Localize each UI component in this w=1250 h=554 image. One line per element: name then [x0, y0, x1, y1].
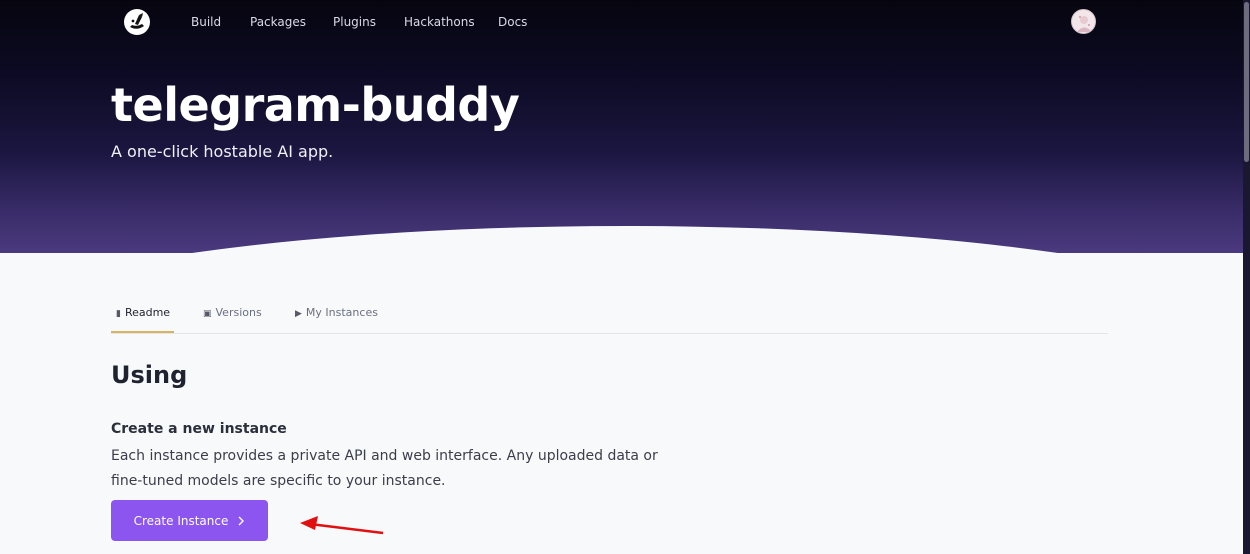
- tab-versions-label: Versions: [215, 306, 262, 319]
- tab-my-instances-label: My Instances: [305, 306, 378, 319]
- section-heading: Using: [111, 361, 188, 389]
- create-instance-label: Create Instance: [133, 513, 229, 528]
- chevron-right-icon: [238, 516, 245, 525]
- nav-hackathons[interactable]: Hackathons: [404, 15, 475, 29]
- page-title: telegram-buddy: [111, 78, 520, 132]
- subsection-heading: Create a new instance: [111, 421, 287, 437]
- instance-description: Each instance provides a private API and…: [111, 448, 658, 489]
- page-subtitle: A one-click hostable AI app.: [111, 142, 334, 161]
- hero-curve: [0, 226, 1250, 253]
- tab-readme-label: Readme: [124, 306, 171, 319]
- nav-packages[interactable]: Packages: [250, 15, 306, 29]
- tab-my-instances[interactable]: ▶ My Instances: [295, 296, 378, 333]
- user-avatar-icon[interactable]: [1071, 9, 1096, 34]
- play-icon: ▶: [295, 309, 302, 319]
- tab-readme[interactable]: ▮ Readme: [111, 296, 174, 333]
- rocket-logo-icon[interactable]: [124, 9, 150, 35]
- create-instance-button[interactable]: Create Instance: [111, 500, 268, 541]
- annotation-arrow-icon: [300, 516, 384, 535]
- scrollbar-thumb[interactable]: [1244, 2, 1249, 162]
- nav-plugins[interactable]: Plugins: [333, 15, 376, 29]
- document-icon: ▮: [116, 309, 121, 319]
- box-icon: ▣: [203, 309, 212, 319]
- top-navbar: Build Packages Plugins Hackathons Docs: [0, 0, 1250, 44]
- nav-build[interactable]: Build: [191, 15, 221, 29]
- nav-docs[interactable]: Docs: [498, 15, 527, 29]
- content-tabs: ▮ Readme ▣ Versions ▶ My Instances: [111, 296, 1108, 334]
- tab-versions[interactable]: ▣ Versions: [203, 296, 262, 333]
